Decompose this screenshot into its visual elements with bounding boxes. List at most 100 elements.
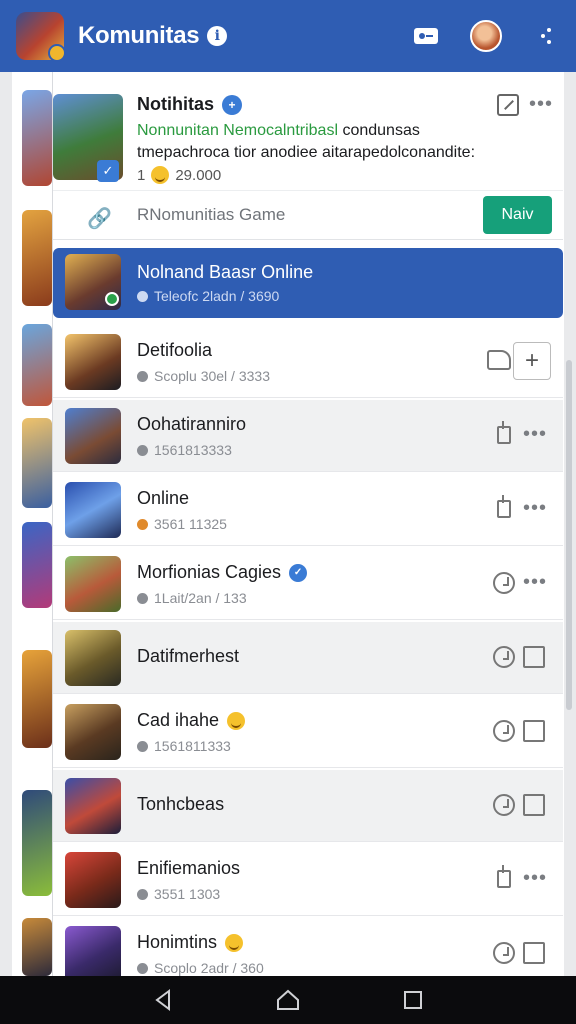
community-thumbnail [65,482,121,538]
navigate-button[interactable]: Naiv [483,196,552,234]
community-name: Morfionias Cagies ✓ [137,562,308,583]
community-thumbnail [65,408,121,464]
community-meta: 1561813333 [137,442,232,458]
clock-icon[interactable] [493,794,515,816]
community-name: Tonhcbeas [137,794,225,814]
top-app-bar: Komunitas i [0,0,576,72]
checkbox[interactable] [523,720,545,742]
featured-subtitle: RNomunitias Game [137,205,286,224]
share-icon[interactable] [493,421,515,446]
like-icon[interactable] [487,350,511,370]
checkbox[interactable] [523,942,545,964]
background-community-rail [12,72,52,976]
edit-icon[interactable] [497,94,519,116]
list-item[interactable]: Honimtins Scoplo 2adr / 360 [53,918,563,976]
shield-icon [137,592,148,604]
verified-icon: ✓ [289,563,308,582]
community-meta: Scoplo 2adr / 360 [137,960,264,976]
featured-community-card[interactable]: ✓ Notihitas + Nonnunitan Nemocalntribasl… [53,72,563,240]
back-icon[interactable] [151,988,175,1012]
check-badge-icon: ✓ [97,160,119,182]
community-thumbnail [65,852,121,908]
smile-emoji-icon [227,711,246,730]
community-thumbnail [65,778,121,834]
more-horiz-icon[interactable]: ••• [523,424,547,444]
divider [53,190,563,191]
list-item[interactable]: Cad ihahe 1561811333 [53,696,563,768]
community-meta: 3551 1303 [137,886,220,902]
shield-icon [137,518,148,530]
smile-emoji-icon [151,166,170,184]
rail-thumbnail [22,210,52,306]
community-meta: Scoplu 30el / 3333 [137,368,270,384]
page-title: Komunitas [78,22,200,49]
community-meta: 1561811333 [137,738,231,754]
community-name: Honimtins [137,932,244,953]
profile-avatar[interactable] [470,20,502,52]
rail-thumbnail [22,90,52,186]
shield-icon [137,888,148,900]
app-logo-icon[interactable] [16,12,66,62]
share-icon[interactable] [493,865,515,890]
community-name: Datifmerhest [137,646,240,666]
info-icon[interactable]: i [207,26,228,46]
community-name: Detifoolia [137,340,213,360]
more-horiz-icon[interactable]: ••• [523,572,547,592]
community-name: Cad ihahe [137,710,246,731]
community-thumbnail [65,630,121,686]
list-item[interactable]: Enifiemanios 3551 1303 ••• [53,844,563,916]
shield-icon [137,290,148,302]
community-name: Online [137,488,190,508]
home-icon[interactable] [276,988,300,1012]
rail-thumbnail [22,522,52,608]
rail-thumbnail [22,918,52,976]
featured-description-line1: Nonnunitan Nemocalntribasl condunsas [137,122,420,139]
shield-icon [137,962,148,974]
clock-icon[interactable] [493,720,515,742]
clock-icon[interactable] [493,942,515,964]
featured-stats: 1 29.000 [137,166,222,184]
shield-icon [137,444,148,456]
more-horiz-icon[interactable]: ••• [523,498,547,518]
selected-community-row[interactable]: Nolnand Baasr Online Teleofc 2ladn / 369… [53,248,563,318]
rail-thumbnail [22,790,52,896]
verified-icon: + [222,94,243,115]
community-meta: Teleofc 2ladn / 3690 [137,288,279,304]
list-item[interactable]: Online 3561 11325 ••• [53,474,563,546]
featured-name: Notihitas + [137,94,243,115]
rail-thumbnail [22,324,52,406]
rail-thumbnail [22,650,52,748]
link-icon: 🔗 [87,208,112,230]
community-thumbnail [65,556,121,612]
recents-icon[interactable] [401,988,425,1012]
list-item[interactable]: Morfionias Cagies ✓ 1Lait/2an / 133 ••• [53,548,563,620]
add-button[interactable]: + [513,342,551,380]
community-thumbnail [65,704,121,760]
community-thumbnail [65,926,121,976]
list-item[interactable]: Oohatiranniro 1561813333 ••• [53,400,563,472]
share-icon[interactable] [493,495,515,520]
rail-thumbnail [22,418,52,508]
community-name: Nolnand Baasr Online [137,262,314,282]
more-horiz-icon[interactable]: ••• [523,868,547,888]
clock-icon[interactable] [493,646,515,668]
community-name: Enifiemanios [137,858,241,878]
shield-icon [137,370,148,382]
key-icon[interactable] [412,22,440,50]
list-item[interactable]: Detifoolia Scoplu 30el / 3333 + [53,326,563,398]
checkbox[interactable] [523,646,545,668]
community-meta: 3561 11325 [137,516,227,532]
more-vert-icon[interactable] [532,22,560,50]
checkbox[interactable] [523,794,545,816]
shield-icon [137,740,148,752]
list-item[interactable]: Tonhcbeas [53,770,563,842]
more-horiz-icon[interactable]: ••• [529,94,553,114]
community-thumbnail [65,334,121,390]
smile-emoji-icon [225,933,244,952]
online-badge-icon [105,292,119,306]
clock-icon[interactable] [493,572,515,594]
system-navigation-bar [0,976,576,1024]
list-item[interactable]: Datifmerhest [53,622,563,694]
scrollbar[interactable] [566,360,572,710]
community-name: Oohatiranniro [137,414,247,434]
